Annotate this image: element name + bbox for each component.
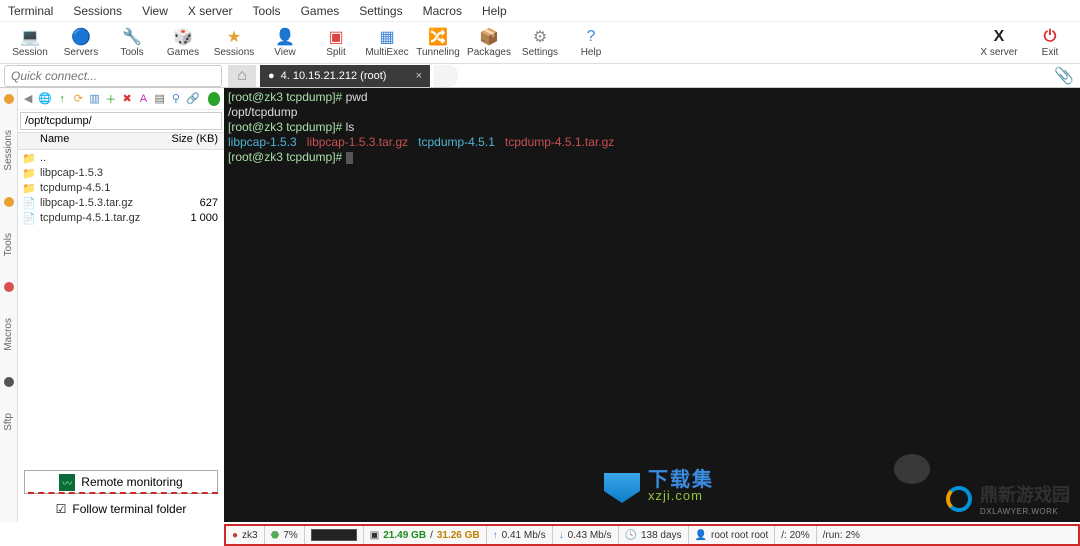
list-item[interactable]: 📁tcpdump-4.5.1: [18, 180, 224, 195]
status-down: 0.43 Mb/s: [568, 530, 612, 541]
active-tab[interactable]: ● 4. 10.15.21.212 (root) ×: [260, 65, 430, 87]
list-icon[interactable]: ▤: [154, 92, 166, 106]
paperclip-icon[interactable]: 📎: [1054, 66, 1074, 86]
xserver-btn[interactable]: XX server: [975, 23, 1023, 63]
settings-btn[interactable]: ⚙Settings: [516, 23, 564, 63]
search-icon[interactable]: ⚲: [170, 92, 182, 106]
menu-terminal[interactable]: Terminal: [8, 4, 53, 18]
vtab-sftp[interactable]: Sftp: [3, 413, 14, 431]
view-btn[interactable]: 👤View: [261, 23, 309, 63]
session-btn[interactable]: 💻Session: [6, 23, 54, 63]
menu-view[interactable]: View: [142, 4, 168, 18]
up-icon: ↑: [493, 530, 498, 541]
globe-icon[interactable]: 🌐: [38, 92, 52, 106]
vtab-dot: [4, 197, 14, 207]
refresh-icon[interactable]: ⟳: [72, 92, 84, 106]
list-item[interactable]: 📄tcpdump-4.5.1.tar.gz1 000: [18, 210, 224, 225]
up-icon[interactable]: ↑: [56, 92, 68, 106]
servers-btn[interactable]: 🔵Servers: [57, 23, 105, 63]
vtab-dot: [4, 94, 14, 104]
tab-title: 4. 10.15.21.212 (root): [281, 70, 387, 82]
status-rootfs: /: 20%: [781, 530, 809, 541]
vtab-sessions[interactable]: Sessions: [3, 130, 14, 171]
disk-icon: ▣: [370, 530, 379, 541]
close-icon[interactable]: ×: [416, 70, 422, 82]
link-icon[interactable]: 🔗: [186, 92, 200, 106]
status-up: 0.41 Mb/s: [502, 530, 546, 541]
folder-icon[interactable]: ▥: [89, 92, 101, 106]
status-uptime: 138 days: [641, 530, 682, 541]
status-dot: [208, 92, 220, 106]
sessions-btn[interactable]: ★Sessions: [210, 23, 258, 63]
status-host: zk3: [242, 530, 258, 541]
path-input[interactable]: [20, 112, 222, 130]
col-name[interactable]: Name: [18, 133, 168, 149]
vtab-dot: [4, 282, 14, 292]
main-toolbar: 💻Session🔵Servers🔧Tools🎲Games★Sessions👤Vi…: [0, 22, 1080, 64]
wechat-icon: [894, 454, 930, 484]
tunneling-btn[interactable]: 🔀Tunneling: [414, 23, 462, 63]
sftp-toolbar: ◀ 🌐 ↑ ⟳ ▥ ＋ ✖ A ▤ ⚲ 🔗: [18, 88, 224, 110]
tab-bullet: ●: [268, 70, 275, 82]
text-icon[interactable]: A: [137, 92, 149, 106]
menu-xserver[interactable]: X server: [188, 4, 233, 18]
home-tab[interactable]: ⌂: [228, 65, 256, 87]
user-icon: 👤: [695, 530, 707, 541]
quick-connect-input[interactable]: [4, 65, 222, 87]
sftp-panel: ◀ 🌐 ↑ ⟳ ▥ ＋ ✖ A ▤ ⚲ 🔗 Name Size (KB) 📁..…: [18, 88, 224, 522]
status-bar: ●zk3 ⬣7% ▣21.49 GB / 31.26 GB ↑0.41 Mb/s…: [224, 524, 1080, 546]
add-tab-button[interactable]: [434, 65, 458, 87]
down-icon: ↓: [559, 530, 564, 541]
vtab-tools[interactable]: Tools: [3, 233, 14, 256]
new-folder-icon[interactable]: ＋: [105, 92, 117, 106]
vertical-tabs: Sessions Tools Macros Sftp: [0, 88, 18, 522]
mem-bar: [311, 529, 357, 541]
split-btn[interactable]: ▣Split: [312, 23, 360, 63]
file-list: 📁..📁libpcap-1.5.3📁tcpdump-4.5.1📄libpcap-…: [18, 150, 224, 468]
help-btn[interactable]: ?Help: [567, 23, 615, 63]
menu-macros[interactable]: Macros: [423, 4, 462, 18]
exit-btn[interactable]: ⏻Exit: [1026, 23, 1074, 63]
list-item[interactable]: 📄libpcap-1.5.3.tar.gz627: [18, 195, 224, 210]
cpu-icon: ⬣: [271, 530, 280, 541]
clock-icon: 🕓: [625, 530, 637, 541]
vtab-macros[interactable]: Macros: [3, 318, 14, 351]
menu-games[interactable]: Games: [301, 4, 340, 18]
terminal[interactable]: [root@zk3 tcpdump]# pwd/opt/tcpdump[root…: [224, 88, 1080, 522]
status-run: /run: 2%: [823, 530, 860, 541]
host-icon: ●: [232, 530, 238, 541]
menu-tools[interactable]: Tools: [253, 4, 281, 18]
menu-settings[interactable]: Settings: [359, 4, 402, 18]
list-item[interactable]: 📁..: [18, 150, 224, 165]
col-size[interactable]: Size (KB): [168, 133, 224, 149]
terminal-content: [root@zk3 tcpdump]# pwd/opt/tcpdump[root…: [228, 90, 1076, 165]
delete-icon[interactable]: ✖: [121, 92, 133, 106]
menu-sessions[interactable]: Sessions: [73, 4, 122, 18]
list-item[interactable]: 📁libpcap-1.5.3: [18, 165, 224, 180]
disk-total: 31.26 GB: [437, 530, 480, 541]
checkbox-icon: ☑: [56, 502, 67, 516]
tab-row: ⌂ ● 4. 10.15.21.212 (root) × 📎: [0, 64, 1080, 88]
status-user: root root root: [711, 530, 768, 541]
watermark-xzji: 下载集 xzji.com: [604, 473, 714, 503]
disk-used: 21.49 GB: [383, 530, 426, 541]
status-cpu: 7%: [283, 530, 297, 541]
file-header: Name Size (KB): [18, 132, 224, 150]
remote-monitoring-button[interactable]: 〰 Remote monitoring: [24, 470, 218, 494]
tools-btn[interactable]: 🔧Tools: [108, 23, 156, 63]
multiexec-btn[interactable]: ▦MultiExec: [363, 23, 411, 63]
follow-terminal-checkbox[interactable]: ☑ Follow terminal folder: [18, 496, 224, 522]
menu-help[interactable]: Help: [482, 4, 507, 18]
menu-bar: Terminal Sessions View X server Tools Games Se…: [0, 0, 1080, 22]
monitor-icon: 〰: [59, 474, 75, 491]
nav-back-icon[interactable]: ◀: [22, 92, 34, 106]
vtab-dot: [4, 377, 14, 387]
packages-btn[interactable]: 📦Packages: [465, 23, 513, 63]
games-btn[interactable]: 🎲Games: [159, 23, 207, 63]
